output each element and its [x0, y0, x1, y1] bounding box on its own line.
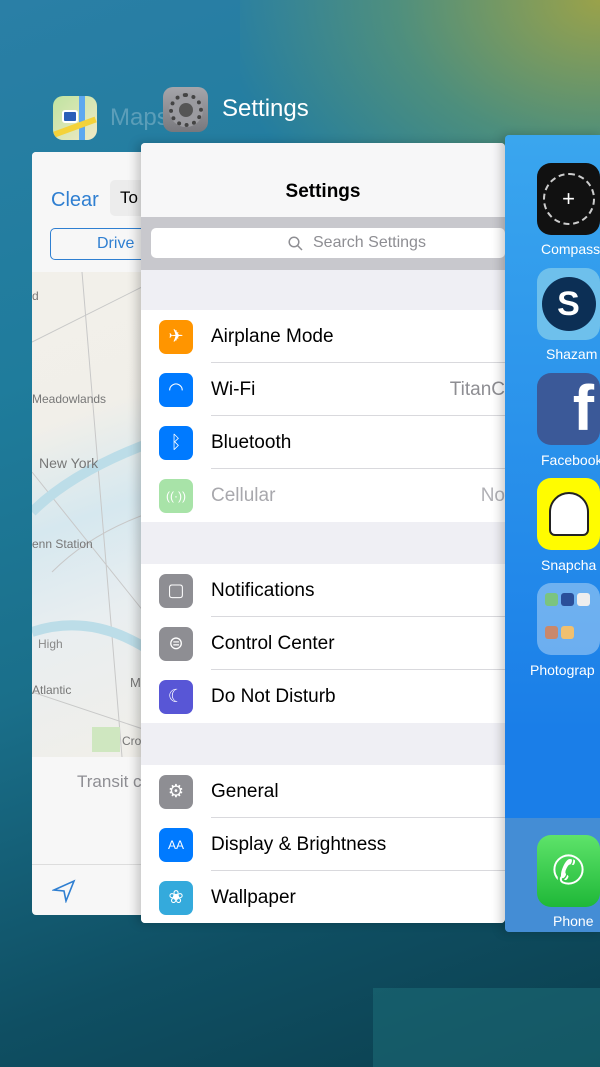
row-value: TitanC: [449, 378, 505, 400]
moon-icon: ☾: [159, 679, 193, 714]
maps-app-label: Maps: [110, 104, 169, 131]
row-label: Bluetooth: [211, 431, 292, 453]
map-label: M: [130, 675, 141, 690]
map-label: New York: [39, 455, 99, 471]
settings-group: ▢ Notifications ⊜ Control Center ☾ Do No…: [141, 564, 505, 723]
search-placeholder: Search Settings: [313, 234, 426, 251]
app-label: Facebook: [541, 452, 600, 468]
settings-row-wi-fi[interactable]: ◠ Wi-Fi TitanC: [141, 363, 505, 416]
facebook-app-icon[interactable]: f: [537, 372, 600, 445]
drive-tab[interactable]: Drive: [50, 228, 152, 260]
row-label: Wi-Fi: [211, 378, 256, 400]
cellular-icon: ((·)): [159, 478, 193, 513]
section-spacer: [141, 723, 505, 765]
snapchat-app-icon[interactable]: [537, 478, 600, 550]
photography-folder-icon[interactable]: [537, 583, 600, 655]
shazam-app-icon[interactable]: S: [537, 268, 600, 340]
settings-row-control-center[interactable]: ⊜ Control Center: [141, 617, 505, 670]
map-label: d: [32, 289, 39, 303]
wifi-icon: ◠: [159, 372, 193, 407]
row-label: Notifications: [211, 579, 315, 601]
search-icon: [288, 236, 303, 251]
settings-app-label: Settings: [222, 95, 309, 122]
wallpaper-icon: ❀: [159, 880, 193, 915]
row-label: Airplane Mode: [211, 325, 334, 347]
settings-group: ⚙ General AA Display & Brightness ❀ Wall…: [141, 765, 505, 923]
airplane-icon: ✈: [159, 319, 193, 354]
settings-group: ✈ Airplane Mode ◠ Wi-Fi TitanC ᛒ Bluetoot…: [141, 310, 505, 522]
control-center-icon: ⊜: [159, 626, 193, 661]
wallpaper-artifact: [373, 988, 600, 1067]
map-view[interactable]: d Meadowlands New York enn Station High …: [32, 272, 152, 757]
settings-app-card[interactable]: Settings Search Settings ✈ Airplane Mode…: [141, 143, 505, 923]
row-label: Wallpaper: [211, 886, 296, 908]
maps-app-card[interactable]: Clear To Drive d Meadowlands New York en…: [32, 152, 152, 915]
app-label: Compass: [541, 241, 600, 257]
app-label: Phone: [553, 913, 594, 929]
map-label: enn Station: [32, 537, 93, 551]
settings-row-general[interactable]: ⚙ General: [141, 765, 505, 818]
map-label: Atlantic: [32, 683, 72, 697]
app-label: Photograp: [530, 662, 595, 678]
row-label: Do Not Disturb: [211, 685, 336, 707]
search-settings-input[interactable]: Search Settings: [151, 228, 505, 258]
settings-row-cellular[interactable]: ((·)) Cellular No: [141, 469, 505, 522]
row-label: Control Center: [211, 632, 335, 654]
row-label: General: [211, 780, 279, 802]
home-screen-card[interactable]: + Compass S Shazam f Facebook Snapcha Ph…: [505, 135, 600, 932]
row-label: Cellular: [211, 484, 276, 506]
maps-app-icon[interactable]: [53, 96, 97, 140]
compass-app-icon[interactable]: +: [537, 163, 600, 235]
display-icon: AA: [159, 827, 193, 862]
location-arrow-icon[interactable]: [52, 879, 76, 903]
bluetooth-icon: ᛒ: [159, 425, 193, 460]
app-label: Shazam: [546, 346, 598, 362]
settings-row-notifications[interactable]: ▢ Notifications: [141, 564, 505, 617]
settings-row-do-not-disturb[interactable]: ☾ Do Not Disturb: [141, 670, 505, 723]
section-spacer: [141, 522, 505, 564]
settings-row-display-brightness[interactable]: AA Display & Brightness: [141, 818, 505, 871]
notifications-icon: ▢: [159, 573, 193, 608]
phone-app-icon[interactable]: ✆: [537, 835, 600, 907]
gear-icon: ⚙: [159, 774, 193, 809]
settings-app-icon[interactable]: [163, 87, 208, 132]
app-label: Snapcha: [541, 557, 597, 573]
row-value: No: [480, 484, 505, 506]
transit-text: Transit c: [77, 772, 142, 791]
map-label: Cro: [122, 734, 142, 748]
row-label: Display & Brightness: [211, 833, 387, 855]
settings-title: Settings: [141, 143, 505, 217]
map-label: Meadowlands: [32, 392, 107, 406]
map-label: High: [38, 637, 63, 651]
settings-row-bluetooth[interactable]: ᛒ Bluetooth: [141, 416, 505, 469]
settings-row-airplane-mode[interactable]: ✈ Airplane Mode: [141, 310, 505, 363]
settings-row-wallpaper[interactable]: ❀ Wallpaper: [141, 871, 505, 923]
section-spacer: [141, 270, 505, 310]
clear-button[interactable]: Clear: [51, 189, 99, 212]
